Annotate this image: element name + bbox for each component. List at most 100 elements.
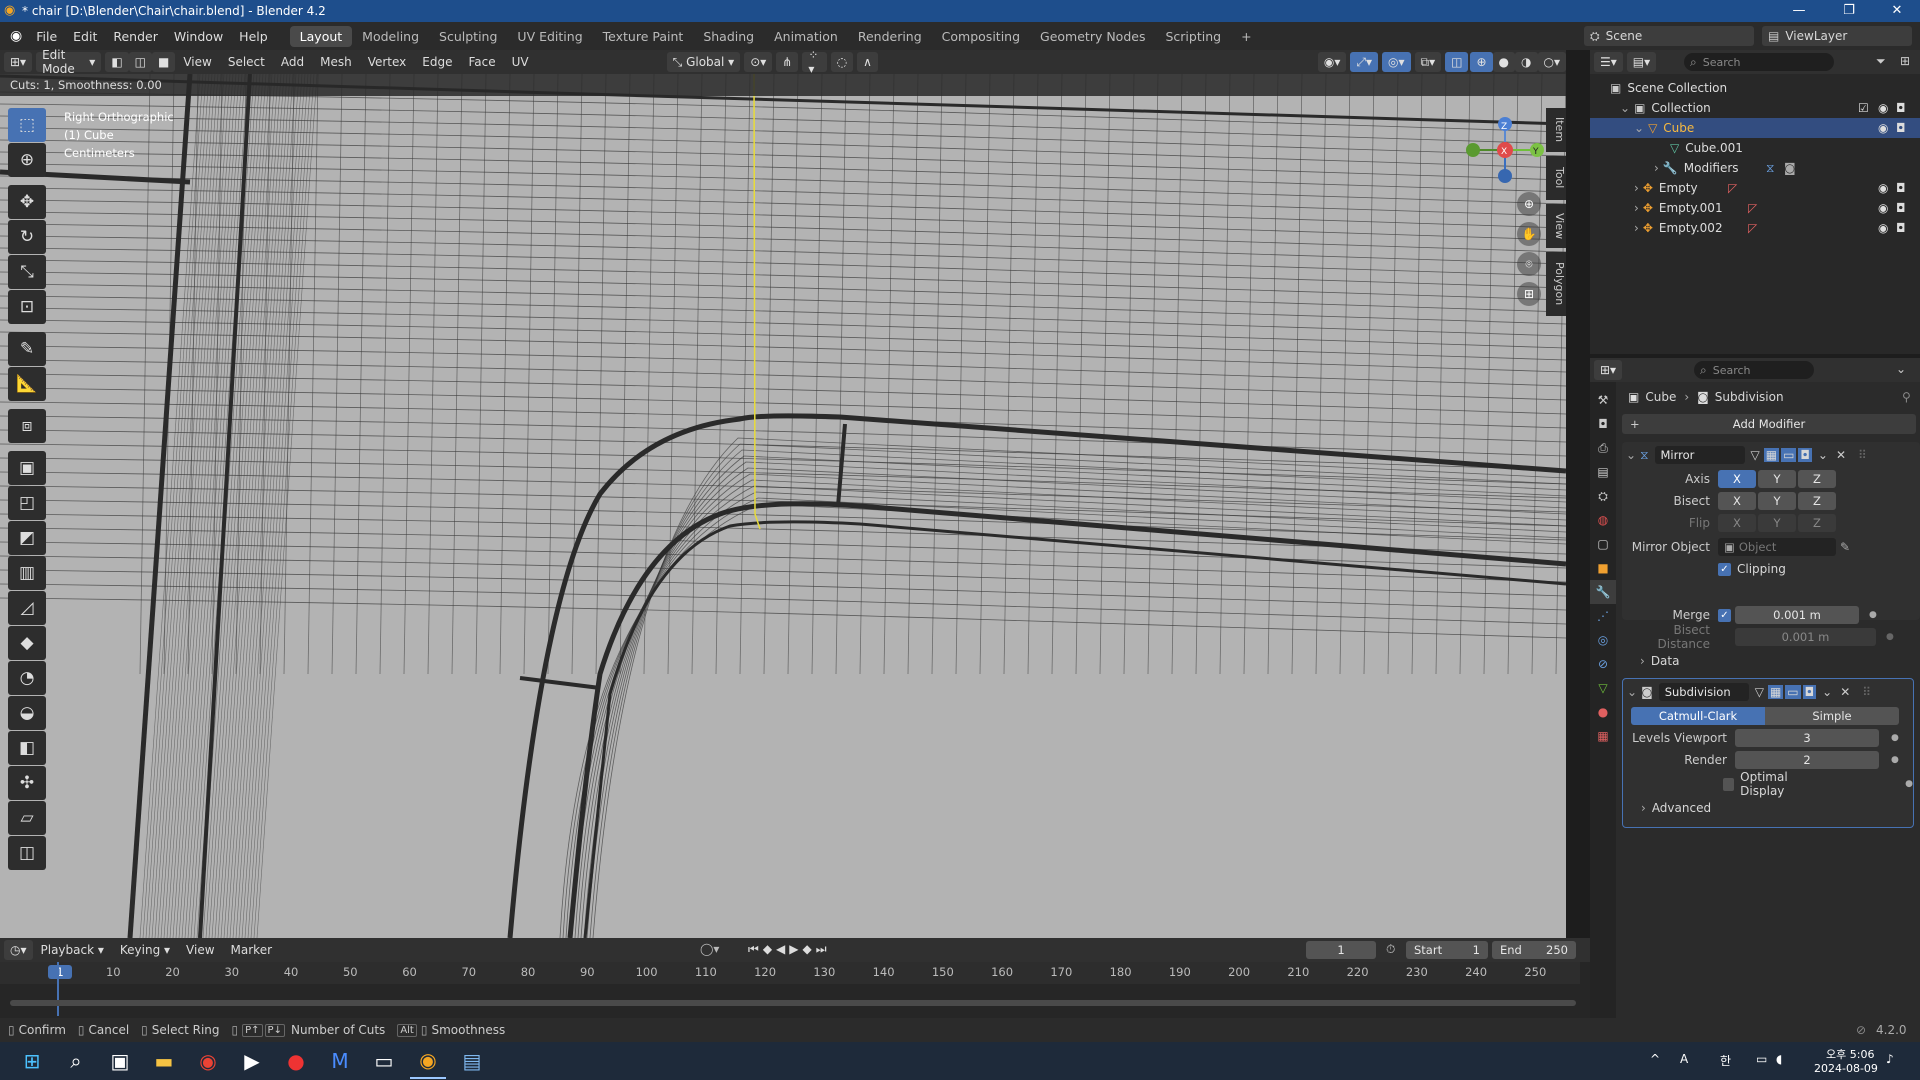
menu-keying[interactable]: Keying ▾ <box>112 943 178 957</box>
properties-editor-type-icon[interactable]: ⊞▾ <box>1594 360 1623 380</box>
pivot-point-icon[interactable]: ⊙▾ <box>744 52 773 72</box>
menu-select[interactable]: Select <box>220 55 273 69</box>
timeline-scrollbar[interactable] <box>10 1000 1576 1006</box>
editor-type-icon[interactable]: ⊞▾ <box>4 52 33 72</box>
outliner-search[interactable]: ⌕ Search <box>1684 53 1834 71</box>
material-properties-icon[interactable]: ● <box>1590 700 1616 724</box>
axis-z-toggle[interactable]: Z <box>1798 470 1836 488</box>
solid-shading-icon[interactable]: ● <box>1492 52 1516 72</box>
shrink-fatten-tool-icon[interactable]: ✣ <box>8 766 46 800</box>
tab-shading[interactable]: Shading <box>693 26 764 47</box>
add-modifier-button[interactable]: + Add Modifier <box>1622 414 1916 434</box>
volume-icon[interactable]: ◖ <box>1776 1052 1782 1066</box>
menu-mesh[interactable]: Mesh <box>312 55 360 69</box>
edit-mode-cage-icon[interactable]: ▽ <box>1751 448 1760 462</box>
bisect-distance-field[interactable]: 0.001 m <box>1735 628 1876 646</box>
remove-modifier-icon[interactable]: ✕ <box>1836 448 1846 462</box>
rotate-tool-icon[interactable]: ↻ <box>8 220 46 254</box>
file-explorer-icon[interactable]: ▬ <box>146 1043 182 1079</box>
smooth-tool-icon[interactable]: ◒ <box>8 696 46 730</box>
select-box-tool-icon[interactable]: ⬚ <box>8 108 46 142</box>
advanced-subpanel-header[interactable]: › Advanced <box>1623 797 1913 819</box>
clock-date[interactable]: 2024-08-09 <box>1814 1062 1878 1075</box>
expand-icon[interactable]: ⌄ <box>1634 121 1644 135</box>
expand-icon[interactable]: ⌄ <box>1620 101 1630 115</box>
menu-marker[interactable]: Marker <box>223 943 280 957</box>
viewport-toggle-icon[interactable]: ▭ <box>1781 448 1797 462</box>
scale-tool-icon[interactable]: ⤡ <box>8 255 46 289</box>
wireframe-shading-icon[interactable]: ⊕ <box>1470 52 1493 72</box>
play-icon[interactable]: ▶ <box>789 942 802 956</box>
keyframe-dot-icon[interactable]: ● <box>1869 610 1877 620</box>
rip-tool-icon[interactable]: ◫ <box>8 836 46 870</box>
data-subpanel-header[interactable]: › Data <box>1622 650 1914 672</box>
start-frame-field[interactable]: Start 1 <box>1406 941 1488 959</box>
transform-tool-icon[interactable]: ⊡ <box>8 290 46 324</box>
tab-uv-editing[interactable]: UV Editing <box>507 26 592 47</box>
add-cube-tool-icon[interactable]: ⧈ <box>8 409 46 443</box>
terminal-icon[interactable]: ▭ <box>366 1043 402 1079</box>
maximize-button[interactable]: ❐ <box>1826 0 1872 22</box>
pin-icon[interactable]: ⚲ <box>1902 390 1911 404</box>
outliner-item-cube-001[interactable]: ▽ Cube.001 <box>1590 138 1920 158</box>
tab-rendering[interactable]: Rendering <box>848 26 932 47</box>
hangul-indicator[interactable]: 한 <box>1720 1052 1731 1069</box>
visibility-icon[interactable]: ◉▾ <box>1317 52 1347 72</box>
chevron-down-icon[interactable]: ⌄ <box>1896 362 1906 376</box>
chevron-up-icon[interactable]: ^ <box>1650 1052 1660 1066</box>
mirror-object-field[interactable]: ▣ Object <box>1718 538 1836 556</box>
outliner-item-modifiers[interactable]: › 🔧 Modifiers ⧖ ◙ <box>1590 158 1920 178</box>
axis-x-toggle[interactable]: X <box>1718 470 1756 488</box>
tool-properties-icon[interactable]: ⚒ <box>1590 388 1616 412</box>
edge-slide-tool-icon[interactable]: ◧ <box>8 731 46 765</box>
collapse-icon[interactable]: ⌄ <box>1626 448 1636 462</box>
edge-select-icon[interactable]: ◫ <box>128 52 153 72</box>
playhead[interactable] <box>57 962 59 1016</box>
eye-icon[interactable]: ◉ <box>1878 201 1888 215</box>
bevel-tool-icon[interactable]: ◩ <box>8 521 46 555</box>
menu-window[interactable]: Window <box>166 29 231 44</box>
poly-build-tool-icon[interactable]: ◆ <box>8 626 46 660</box>
output-properties-icon[interactable]: ⎙ <box>1590 436 1616 460</box>
mirror-name-field[interactable]: Mirror <box>1654 446 1745 464</box>
eyedropper-icon[interactable]: ✎ <box>1840 540 1850 554</box>
properties-search[interactable]: ⌕ Search <box>1694 361 1814 379</box>
subdivision-name-field[interactable]: Subdivision <box>1658 683 1749 701</box>
outliner-collection[interactable]: ⌄ ▣ Collection ☑ ◉ ◘ <box>1590 98 1920 118</box>
loop-cut-tool-icon[interactable]: ▥ <box>8 556 46 590</box>
edit-mode-toggle-icon[interactable]: ▦ <box>1763 448 1780 462</box>
menu-playback[interactable]: Playback ▾ <box>33 943 112 957</box>
stopwatch-icon[interactable]: ⏱ <box>1386 942 1395 957</box>
merge-distance-field[interactable]: 0.001 m <box>1735 606 1859 624</box>
optimal-display-checkbox[interactable] <box>1722 777 1735 791</box>
collapse-icon[interactable]: ⌄ <box>1627 685 1637 699</box>
rendered-shading-icon[interactable]: ○▾ <box>1537 52 1566 72</box>
keyframe-dot-icon[interactable]: ● <box>1905 779 1913 789</box>
tab-texture-paint[interactable]: Texture Paint <box>593 26 694 47</box>
tab-animation[interactable]: Animation <box>764 26 848 47</box>
filter-icon[interactable]: ⏷ <box>1876 54 1886 69</box>
bisect-x-toggle[interactable]: X <box>1718 492 1756 510</box>
viewlayer-selector[interactable]: ▤ ViewLayer <box>1762 26 1912 46</box>
menu-file[interactable]: File <box>28 29 65 44</box>
gizmo-neg-y-axis[interactable] <box>1466 143 1480 157</box>
camera-view-icon[interactable]: ⌾ <box>1517 252 1541 276</box>
sidebar-tab-view[interactable]: View <box>1546 204 1566 248</box>
pan-hand-icon[interactable]: ✋ <box>1517 222 1541 246</box>
keyframe-dot-icon[interactable]: ● <box>1891 733 1899 743</box>
chrome-icon[interactable]: ◉ <box>190 1043 226 1079</box>
end-frame-field[interactable]: End 250 <box>1492 941 1576 959</box>
scene-selector[interactable]: ⛭ Scene <box>1584 26 1754 46</box>
viewport-toggle-icon[interactable]: ▭ <box>1785 685 1801 699</box>
sidebar-tab-tool[interactable]: Tool <box>1546 156 1566 200</box>
modifier-properties-icon[interactable]: 🔧 <box>1590 580 1616 604</box>
catmull-clark-toggle[interactable]: Catmull-Clark <box>1631 707 1765 725</box>
jump-end-icon[interactable]: ⏭ <box>816 942 831 956</box>
menu-help[interactable]: Help <box>231 29 276 44</box>
levels-viewport-field[interactable]: 3 <box>1735 729 1879 747</box>
task-view-icon[interactable]: ▣ <box>102 1043 138 1079</box>
expand-icon[interactable]: › <box>1654 161 1659 175</box>
spin-tool-icon[interactable]: ◔ <box>8 661 46 695</box>
tab-layout[interactable]: Layout <box>289 25 353 47</box>
camera-icon[interactable]: ◘ <box>1896 201 1906 215</box>
